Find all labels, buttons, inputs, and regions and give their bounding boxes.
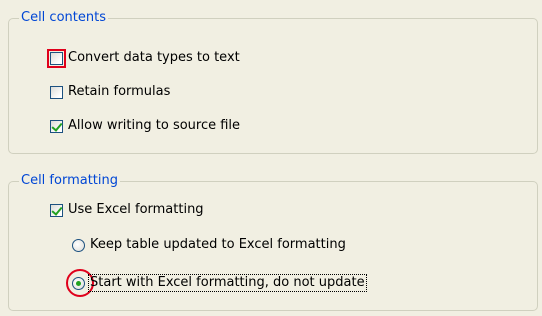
start-with-formatting-radio[interactable] xyxy=(72,276,85,290)
allow-writing-option[interactable]: Allow writing to source file xyxy=(50,118,241,134)
cell-contents-title: Cell contents xyxy=(19,10,108,26)
keep-table-updated-radio[interactable] xyxy=(72,238,85,252)
convert-to-text-option[interactable]: Convert data types to text xyxy=(47,48,241,68)
retain-formulas-checkbox[interactable] xyxy=(50,85,63,99)
start-with-formatting-label: Start with Excel formatting, do not upda… xyxy=(88,274,367,292)
convert-to-text-label: Convert data types to text xyxy=(68,50,240,65)
use-excel-formatting-label: Use Excel formatting xyxy=(68,202,204,217)
keep-table-updated-label: Keep table updated to Excel formatting xyxy=(90,237,346,252)
cell-formatting-title: Cell formatting xyxy=(19,173,121,189)
allow-writing-checkbox[interactable] xyxy=(50,119,63,133)
retain-formulas-label: Retain formulas xyxy=(68,84,171,99)
retain-formulas-option[interactable]: Retain formulas xyxy=(50,84,171,100)
use-excel-formatting-option[interactable]: Use Excel formatting xyxy=(50,202,205,218)
allow-writing-label: Allow writing to source file xyxy=(68,118,241,133)
keep-table-updated-option[interactable]: Keep table updated to Excel formatting xyxy=(72,237,347,253)
start-with-formatting-option[interactable]: Start with Excel formatting, do not upda… xyxy=(72,274,367,292)
convert-to-text-checkbox[interactable] xyxy=(47,48,66,68)
use-excel-formatting-checkbox[interactable] xyxy=(50,203,63,217)
